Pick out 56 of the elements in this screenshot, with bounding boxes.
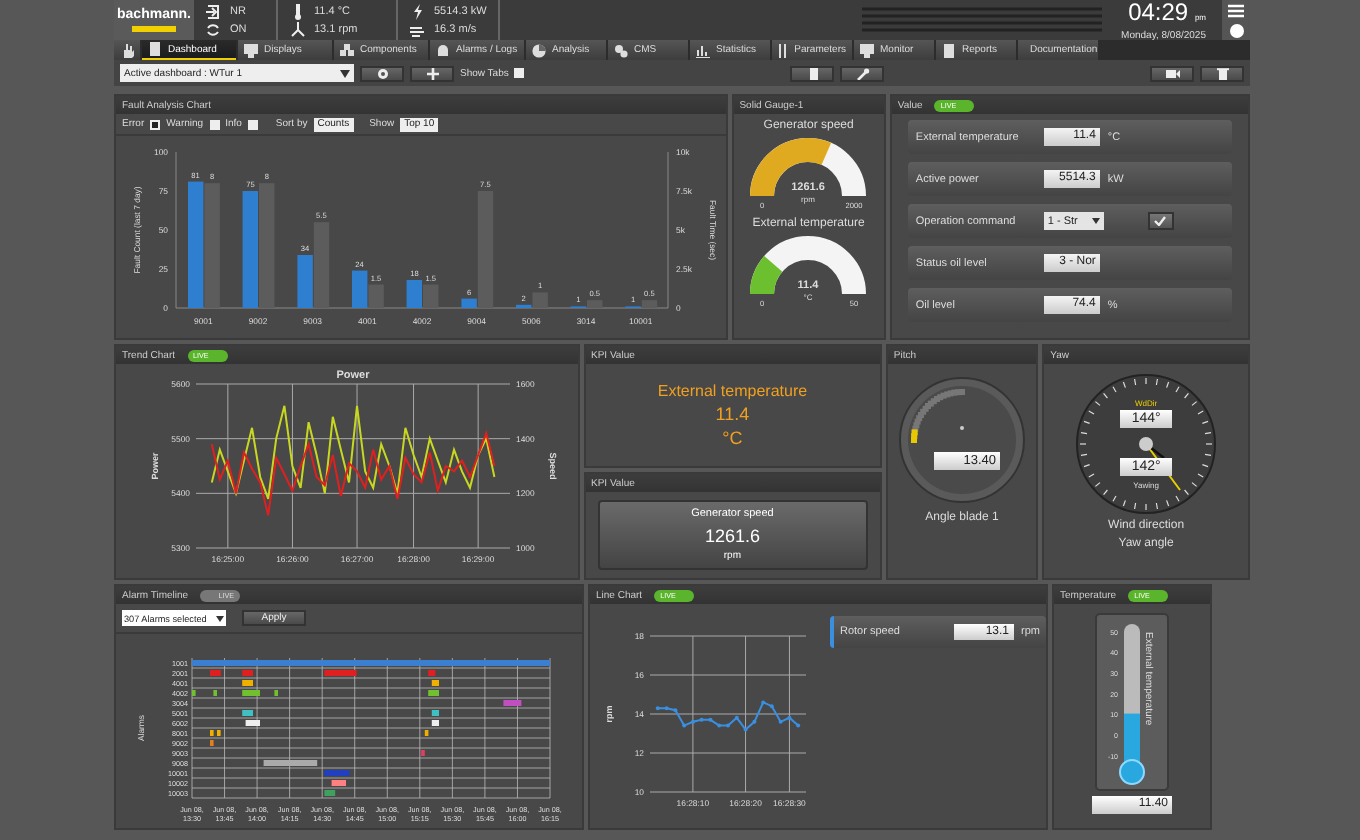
document-icon (942, 43, 956, 57)
clock-time: 04:29 (1128, 0, 1189, 25)
gauge (750, 236, 867, 295)
video-button[interactable] (1150, 65, 1194, 81)
camera-icon (1165, 67, 1179, 79)
menu-icon[interactable] (1228, 3, 1244, 17)
wrench-icon (855, 67, 870, 79)
caret-icon (1091, 218, 1100, 224)
settings-icon (375, 67, 389, 79)
filter-checkbox[interactable] (247, 119, 258, 129)
data-point (743, 727, 748, 732)
data-point (664, 706, 669, 711)
data-point (769, 704, 774, 709)
data-point (752, 719, 757, 724)
caret-icon (340, 69, 350, 77)
settings-button[interactable] (360, 65, 404, 81)
monitor-icon (244, 43, 258, 57)
document-icon (148, 42, 162, 56)
add-button[interactable] (410, 65, 454, 81)
data-point (796, 723, 801, 728)
data-point (778, 719, 783, 724)
data-point (734, 715, 739, 720)
confirm-button[interactable] (1147, 212, 1174, 230)
pie-icon (532, 43, 546, 57)
sync-icon (206, 21, 222, 37)
data-point (717, 723, 722, 728)
data-point (787, 715, 792, 720)
bar-chart-icon (696, 43, 710, 57)
plus-icon (425, 67, 439, 79)
hand-icon (121, 43, 133, 57)
hand-button[interactable] (114, 40, 140, 60)
document-button[interactable] (790, 65, 835, 81)
thermometer-icon (290, 3, 306, 19)
monitor-icon (860, 43, 874, 57)
lightning-icon (410, 3, 426, 19)
cubes-icon (340, 43, 354, 57)
tools-button[interactable] (840, 65, 885, 81)
data-point (708, 717, 713, 722)
kpi-value: 11.4 (715, 404, 750, 424)
gauge (750, 138, 867, 197)
show-tabs-checkbox[interactable] (514, 68, 525, 78)
delete-button[interactable] (1200, 65, 1244, 81)
kpi-value: 1261.6 (704, 525, 760, 545)
data-point (682, 723, 687, 728)
filter-checkbox[interactable] (150, 119, 161, 129)
data-point (655, 706, 660, 711)
enter-icon (206, 3, 222, 19)
caret-icon (216, 615, 224, 621)
kpi-label: External temperature (657, 382, 808, 400)
data-point (673, 708, 678, 713)
document-icon (805, 67, 820, 79)
filter-checkbox[interactable] (209, 119, 220, 129)
checkmark-icon (1154, 216, 1167, 226)
data-point (699, 717, 704, 722)
data-point (761, 700, 766, 705)
kpi-unit: °C (722, 428, 743, 448)
